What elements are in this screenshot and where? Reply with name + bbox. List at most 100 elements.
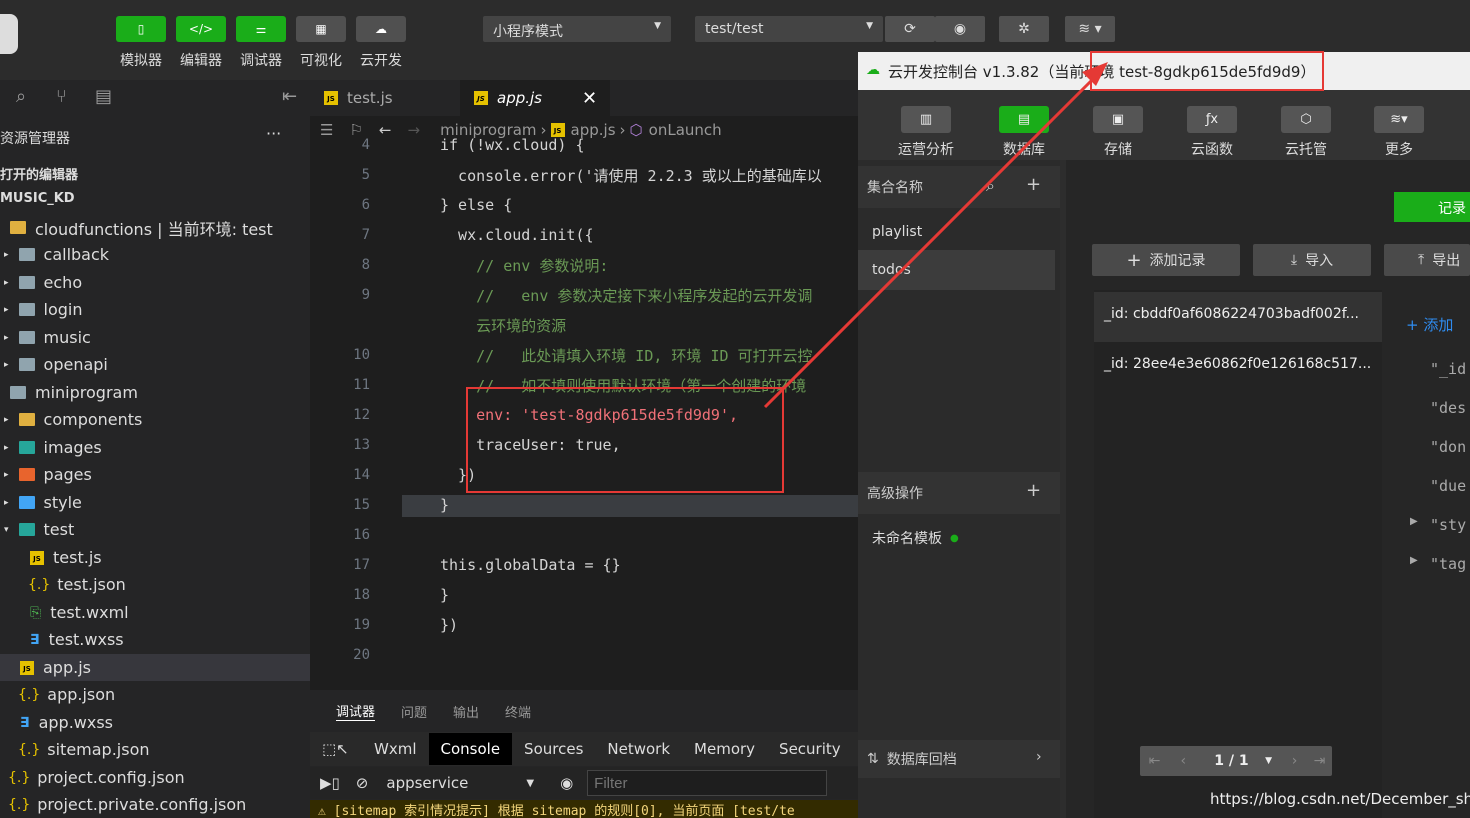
debugger-button[interactable]: ⚌ xyxy=(236,16,286,42)
tree-item-cloudfunctions[interactable]: cloudfunctions | 当前环境: test xyxy=(0,214,310,241)
tab-sources[interactable]: Sources xyxy=(512,740,595,758)
tree-item-project-private-config[interactable]: {.} project.private.config.json xyxy=(0,791,310,818)
database-button[interactable]: ▤ xyxy=(999,106,1049,133)
more-button[interactable]: ≋▾ xyxy=(1374,106,1424,133)
simulator-button[interactable]: ▯ xyxy=(116,16,166,42)
inspect-icon[interactable]: ⬚↖ xyxy=(322,740,362,758)
storage-button[interactable]: ▣ xyxy=(1093,106,1143,133)
expand-icon[interactable]: ▶ xyxy=(1410,555,1418,566)
collapse-sidebar-icon[interactable]: ⇤ xyxy=(282,86,297,107)
code-line[interactable]: 18} xyxy=(310,580,858,610)
git-branch-icon[interactable]: ⑂ xyxy=(56,86,67,107)
code-line[interactable]: 15} xyxy=(310,490,858,520)
export-button[interactable]: ⤒ 导出 xyxy=(1384,244,1470,276)
import-button[interactable]: ⤓ 导入 xyxy=(1253,244,1371,276)
tab-test-js[interactable]: JS test.js xyxy=(324,80,459,116)
add-icon[interactable]: + xyxy=(1026,174,1041,195)
tree-item-project-config[interactable]: {.} project.config.json xyxy=(0,764,310,791)
code-line[interactable]: 20 xyxy=(310,640,858,670)
hosting-button[interactable]: ⬡ xyxy=(1281,106,1331,133)
code-line[interactable]: 16 xyxy=(310,520,858,550)
tab-problems[interactable]: 问题 xyxy=(401,702,427,721)
code-line[interactable]: 4 if (!wx.cloud) { xyxy=(310,130,858,160)
page-indicator[interactable]: 1 / 1 xyxy=(1198,753,1265,769)
search-icon[interactable]: ⌕ xyxy=(986,176,995,196)
close-icon[interactable]: ✕ xyxy=(582,88,597,109)
rollback-row[interactable]: ⇅ 数据库回档 › xyxy=(858,740,1060,778)
tree-item-echo[interactable]: ▸ echo xyxy=(0,269,310,296)
tab-console[interactable]: Console xyxy=(428,733,513,765)
tree-item-test-json[interactable]: {.} test.json xyxy=(0,571,310,598)
sidebar-toggle-icon[interactable]: ▶▯ xyxy=(320,774,340,792)
tab-network[interactable]: Network xyxy=(595,740,682,758)
tree-item-app-wxss[interactable]: ∃ app.wxss xyxy=(0,709,310,736)
code-line[interactable]: 10 // 此处请填入环境 ID, 环境 ID 可打开云控 xyxy=(310,340,858,370)
record-button[interactable]: 记录 xyxy=(1394,192,1470,222)
archive-icon[interactable]: ▤ xyxy=(95,86,112,107)
tree-item-style[interactable]: ▸ style xyxy=(0,489,310,516)
tree-item-test-wxml[interactable]: ⎘ test.wxml xyxy=(0,599,310,626)
filter-input[interactable] xyxy=(587,770,828,796)
tree-item-sitemap-json[interactable]: {.} sitemap.json xyxy=(0,736,310,763)
tree-item-miniprogram[interactable]: miniprogram xyxy=(0,379,310,406)
tree-item-openapi[interactable]: ▸ openapi xyxy=(0,351,310,378)
code-line[interactable]: 6} else { xyxy=(310,190,858,220)
tree-item-app-json[interactable]: {.} app.json xyxy=(0,681,310,708)
mode-select[interactable]: 小程序模式 ▼ xyxy=(483,16,671,42)
add-icon[interactable]: + xyxy=(1026,480,1041,501)
tab-terminal[interactable]: 终端 xyxy=(505,702,531,721)
tree-item-callback[interactable]: ▸ callback xyxy=(0,241,310,268)
compile-select[interactable]: test/test ▼ xyxy=(695,16,883,42)
eye-icon[interactable]: ◉ xyxy=(560,774,573,792)
add-field-button[interactable]: + 添加 xyxy=(1406,314,1453,335)
search-icon[interactable]: ⌕ xyxy=(16,86,26,107)
clear-console-icon[interactable]: ⊘ xyxy=(356,774,369,792)
layers-button[interactable]: ≋ ▾ xyxy=(1065,16,1115,42)
tree-item-test[interactable]: ▾ test xyxy=(0,516,310,543)
collection-todos[interactable]: todos xyxy=(858,250,1055,290)
template-item[interactable]: 未命名模板 ● xyxy=(858,518,1055,558)
functions-button[interactable]: ƒx xyxy=(1187,106,1237,133)
code-line[interactable]: 9 // env 参数决定接下来小程序发起的云开发调 xyxy=(310,280,858,310)
project-header[interactable]: MUSIC_KD xyxy=(0,191,75,206)
add-record-button[interactable]: + 添加记录 xyxy=(1092,244,1240,276)
collection-playlist[interactable]: playlist xyxy=(858,212,1055,252)
visual-button[interactable]: ▦ xyxy=(296,16,346,42)
code-line[interactable]: 5 console.error('请使用 2.2.3 或以上的基础库以 xyxy=(310,160,858,190)
tab-debugger[interactable]: 调试器 xyxy=(336,701,376,721)
tree-item-app-js[interactable]: JS app.js xyxy=(0,654,310,681)
record-item[interactable]: _id: cbddf0af6086224703badf002f... xyxy=(1094,292,1382,342)
record-item[interactable]: _id: 28ee4e3e60862f0e126168c517... xyxy=(1094,342,1382,392)
editor-button[interactable]: </> xyxy=(176,16,226,42)
tab-app-js[interactable]: JS app.js ✕ xyxy=(460,80,610,116)
tree-item-login[interactable]: ▸ login xyxy=(0,296,310,323)
tree-item-images[interactable]: ▸ images xyxy=(0,434,310,461)
open-editors-header[interactable]: 打开的编辑器 xyxy=(0,164,78,183)
code-line[interactable]: 19}) xyxy=(310,610,858,640)
first-page-icon[interactable]: ⇤ xyxy=(1140,753,1169,769)
code-line[interactable]: 云环境的资源 xyxy=(310,310,858,340)
code-line[interactable]: 17 this.globalData = {} xyxy=(310,550,858,580)
code-line[interactable]: 8 // env 参数说明: xyxy=(310,250,858,280)
tree-item-test-js[interactable]: JS test.js xyxy=(0,544,310,571)
last-page-icon[interactable]: ⇥ xyxy=(1307,753,1332,769)
cloud-dev-button[interactable]: ☁ xyxy=(356,16,406,42)
tab-memory[interactable]: Memory xyxy=(682,740,767,758)
analytics-button[interactable]: ▥ xyxy=(901,106,951,133)
next-page-icon[interactable]: › xyxy=(1282,753,1307,769)
more-icon[interactable]: ··· xyxy=(266,124,281,143)
debug-button[interactable]: ✲ xyxy=(999,16,1049,42)
context-select[interactable]: appservice xyxy=(386,774,526,792)
expand-icon[interactable]: ▶ xyxy=(1410,516,1418,527)
preview-button[interactable]: ◉ xyxy=(935,16,985,42)
avatar[interactable] xyxy=(0,14,18,54)
code-line[interactable]: 7 wx.cloud.init({ xyxy=(310,220,858,250)
tree-item-test-wxss[interactable]: ∃ test.wxss xyxy=(0,626,310,653)
tree-item-components[interactable]: ▸ components xyxy=(0,406,310,433)
tab-output[interactable]: 输出 xyxy=(453,702,479,721)
prev-page-icon[interactable]: ‹ xyxy=(1169,753,1198,769)
tree-item-pages[interactable]: ▸ pages xyxy=(0,461,310,488)
tab-security[interactable]: Security xyxy=(767,740,853,758)
refresh-button[interactable]: ⟳ xyxy=(885,16,935,42)
tab-wxml[interactable]: Wxml xyxy=(362,740,429,758)
